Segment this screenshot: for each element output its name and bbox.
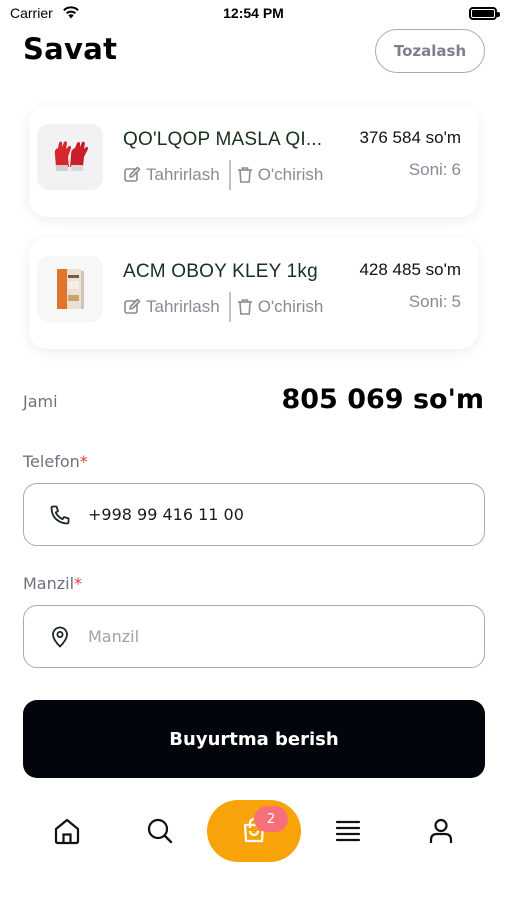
address-input[interactable] (88, 606, 468, 666)
product-name[interactable]: ACM OBOY KLEY 1kg (123, 261, 333, 283)
tab-home[interactable] (52, 816, 82, 846)
tab-catalog[interactable] (333, 816, 363, 846)
tab-profile[interactable] (426, 816, 456, 846)
home-icon (54, 818, 80, 845)
glue-package-image (57, 269, 84, 309)
delete-label: O'chirish (257, 165, 324, 184)
menu-icon (335, 820, 361, 842)
item-actions: Tahrirlash O'chirish (123, 159, 323, 191)
tab-cart[interactable]: 2 (207, 800, 301, 862)
product-quantity: Soni: 6 (408, 160, 461, 179)
trash-icon (237, 299, 252, 315)
search-icon (147, 818, 173, 844)
place-order-button[interactable]: Buyurtma berish (23, 700, 485, 778)
edit-label: Tahrirlash (146, 297, 220, 316)
address-label: Manzil* (23, 574, 83, 593)
divider (228, 160, 231, 190)
cart-item: ACM OBOY KLEY 1kg 428 485 so'm Tahrirlas… (29, 237, 478, 349)
delete-button[interactable]: O'chirish (237, 297, 324, 317)
status-bar: Carrier 12:54 PM (0, 0, 507, 28)
delete-button[interactable]: O'chirish (237, 165, 324, 185)
address-field (23, 605, 485, 668)
cart-item: QO'LQOP MASLA QI... 376 584 so'm Tahrirl… (29, 105, 478, 217)
trash-icon (237, 167, 252, 183)
product-price: 376 584 so'm (359, 128, 461, 147)
gloves-image (54, 141, 88, 171)
edit-button[interactable]: Tahrirlash (123, 165, 220, 185)
product-price: 428 485 so'm (359, 260, 461, 279)
phone-field (23, 483, 485, 546)
product-image (37, 256, 103, 322)
product-quantity: Soni: 5 (408, 292, 461, 311)
page-title: Savat (23, 32, 118, 66)
location-pin-icon (52, 626, 68, 648)
clear-cart-button[interactable]: Tozalash (375, 29, 485, 73)
product-image (37, 124, 103, 190)
delete-label: O'chirish (257, 297, 324, 316)
divider (228, 292, 231, 322)
total-value: 805 069 so'm (281, 384, 484, 415)
edit-icon (124, 166, 141, 182)
edit-button[interactable]: Tahrirlash (123, 297, 220, 317)
required-mark: * (74, 574, 83, 593)
total-label: Jami (23, 392, 58, 411)
phone-icon (50, 505, 70, 525)
tab-bar: 2 (0, 790, 507, 900)
phone-input[interactable] (88, 484, 468, 544)
phone-label: Telefon* (23, 452, 88, 471)
item-actions: Tahrirlash O'chirish (123, 291, 323, 323)
edit-label: Tahrirlash (146, 165, 220, 184)
tab-search[interactable] (145, 816, 175, 846)
required-mark: * (79, 452, 88, 471)
cart-count-badge: 2 (254, 806, 288, 832)
battery-icon (469, 7, 500, 20)
product-name[interactable]: QO'LQOP MASLA QI... (123, 129, 333, 151)
profile-icon (429, 818, 453, 843)
edit-icon (124, 298, 141, 314)
status-time: 12:54 PM (223, 5, 284, 21)
